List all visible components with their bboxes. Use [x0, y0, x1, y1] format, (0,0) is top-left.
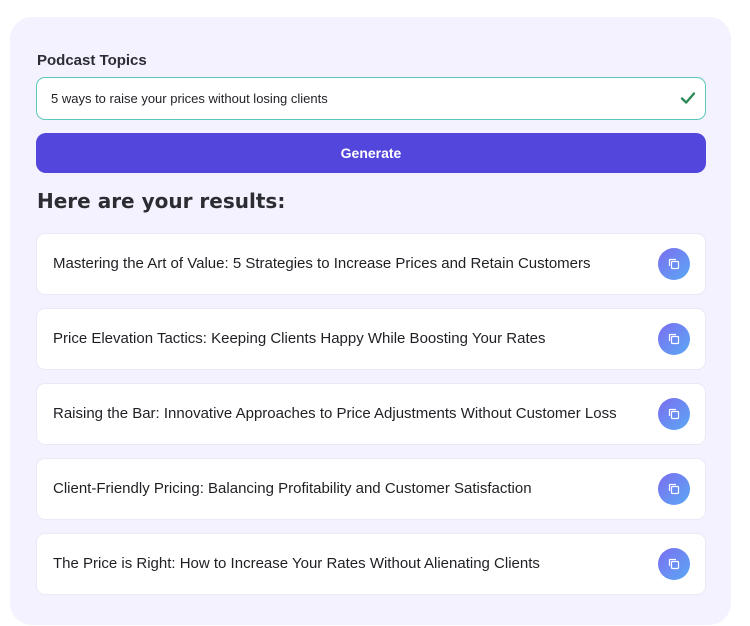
result-item: Mastering the Art of Value: 5 Strategies…: [36, 233, 706, 295]
copy-icon: [668, 258, 680, 270]
copy-button[interactable]: [658, 323, 690, 355]
copy-icon: [668, 408, 680, 420]
copy-button[interactable]: [658, 548, 690, 580]
results-list: Mastering the Art of Value: 5 Strategies…: [36, 233, 706, 608]
copy-button[interactable]: [658, 473, 690, 505]
result-text: The Price is Right: How to Increase Your…: [53, 555, 540, 572]
topic-input-wrapper: [36, 77, 706, 120]
result-text: Mastering the Art of Value: 5 Strategies…: [53, 255, 591, 272]
result-item: Price Elevation Tactics: Keeping Clients…: [36, 308, 706, 370]
copy-icon: [668, 483, 680, 495]
copy-icon: [668, 558, 680, 570]
podcast-topics-label: Podcast Topics: [37, 52, 147, 69]
result-item: Client-Friendly Pricing: Balancing Profi…: [36, 458, 706, 520]
results-heading: Here are your results:: [37, 189, 286, 213]
result-item: The Price is Right: How to Increase Your…: [36, 533, 706, 595]
copy-icon: [668, 333, 680, 345]
result-item: Raising the Bar: Innovative Approaches t…: [36, 383, 706, 445]
result-text: Client-Friendly Pricing: Balancing Profi…: [53, 480, 532, 497]
checkmark-icon: [679, 89, 697, 107]
copy-button[interactable]: [658, 398, 690, 430]
result-text: Price Elevation Tactics: Keeping Clients…: [53, 330, 546, 347]
podcast-topics-card: Podcast Topics Generate Here are your re…: [10, 17, 731, 625]
copy-button[interactable]: [658, 248, 690, 280]
topic-input[interactable]: [51, 78, 671, 119]
generate-button[interactable]: Generate: [36, 133, 706, 173]
result-text: Raising the Bar: Innovative Approaches t…: [53, 405, 617, 422]
